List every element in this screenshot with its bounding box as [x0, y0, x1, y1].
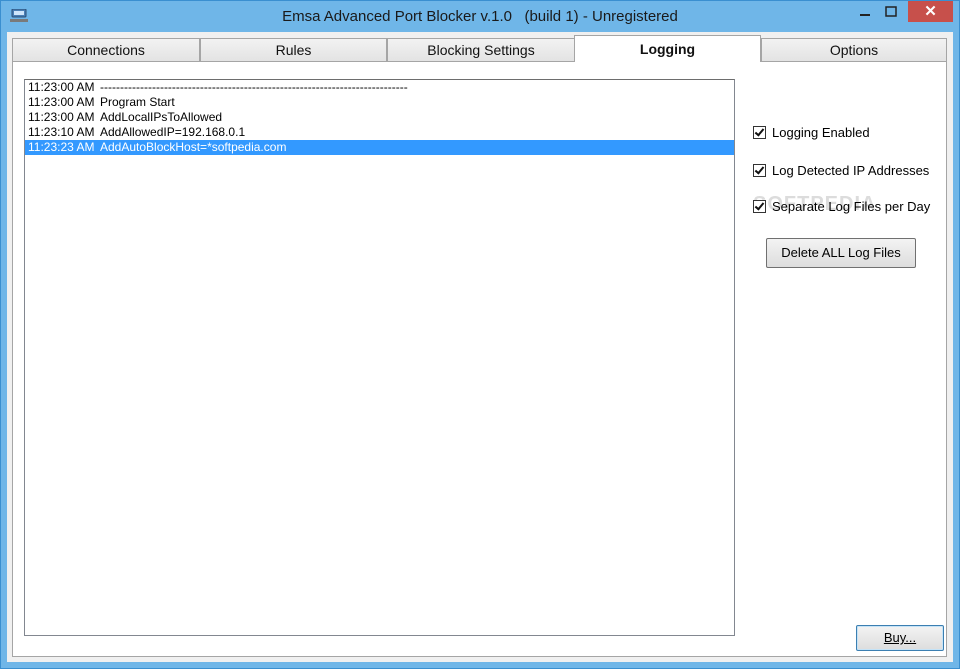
log-list[interactable]: 11:23:00 AM -----------------------------…: [24, 79, 735, 636]
separate-log-files-label: Separate Log Files per Day: [772, 198, 931, 214]
title-bar[interactable]: Emsa Advanced Port Blocker v.1.0 (build …: [1, 1, 959, 32]
log-time: 11:23:10 AM: [28, 125, 95, 139]
close-button[interactable]: ✕: [908, 1, 953, 22]
log-message: AddAllowedIP=192.168.0.1: [100, 125, 246, 139]
tab-rules[interactable]: Rules: [200, 38, 387, 61]
tab-logging[interactable]: Logging: [574, 35, 761, 62]
log-time: 11:23:23 AM: [28, 140, 95, 154]
delete-all-log-files-button[interactable]: Delete ALL Log Files: [766, 238, 916, 268]
logging-enabled-checkbox[interactable]: [753, 125, 766, 139]
logging-enabled-label: Logging Enabled: [772, 124, 870, 140]
app-window: Emsa Advanced Port Blocker v.1.0 (build …: [0, 0, 960, 669]
buy-button[interactable]: Buy...: [856, 625, 944, 651]
log-row[interactable]: 11:23:00 AM -----------------------------…: [25, 80, 734, 95]
log-row-selected[interactable]: 11:23:23 AM AddAutoBlockHost=*softpedia.c…: [25, 140, 734, 155]
log-row[interactable]: 11:23:00 AM AddLocalIPsToAllowed: [25, 110, 734, 125]
maximize-icon[interactable]: [880, 4, 902, 20]
logging-enabled-option[interactable]: Logging Enabled: [753, 124, 870, 140]
separate-log-files-option[interactable]: Separate Log Files per Day: [753, 198, 930, 214]
logging-page: 11:23:00 AM -----------------------------…: [12, 61, 947, 657]
log-row[interactable]: 11:23:00 AM Program Start: [25, 95, 734, 110]
log-detected-ip-label: Log Detected IP Addresses: [772, 162, 930, 178]
window-title: Emsa Advanced Port Blocker v.1.0 (build …: [282, 8, 678, 25]
client-area: Connections Rules Blocking Settings Logg…: [7, 32, 953, 662]
log-time: 11:23:00 AM: [28, 95, 95, 109]
log-detected-ip-option[interactable]: Log Detected IP Addresses: [753, 162, 929, 178]
tab-blocking-settings[interactable]: Blocking Settings: [387, 38, 575, 61]
log-message: AddAutoBlockHost=*softpedia.com: [100, 140, 287, 154]
minimize-icon[interactable]: [854, 4, 876, 20]
tab-connections[interactable]: Connections: [12, 38, 200, 61]
buy-button-label: Buy...: [883, 630, 917, 645]
log-message: ----------------------------------------…: [100, 80, 408, 94]
log-row[interactable]: 11:23:10 AM AddAllowedIP=192.168.0.1: [25, 125, 734, 140]
separate-log-files-checkbox[interactable]: [753, 199, 766, 213]
log-time: 11:23:00 AM: [28, 110, 95, 124]
log-message: AddLocalIPsToAllowed: [100, 110, 223, 124]
log-time: 11:23:00 AM: [28, 80, 95, 94]
log-message: Program Start: [100, 95, 175, 109]
log-detected-ip-checkbox[interactable]: [753, 163, 766, 177]
tab-options[interactable]: Options: [761, 38, 947, 61]
